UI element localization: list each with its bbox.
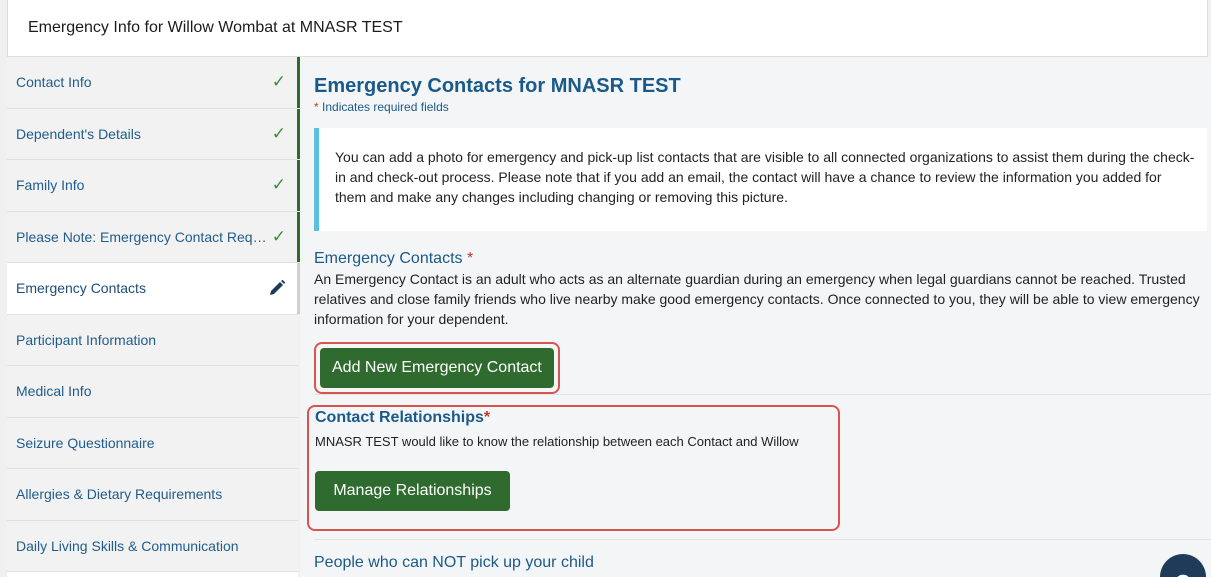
required-fields-note: * Indicates required fields [314,100,1211,114]
required-note-text: Indicates required fields [318,100,449,114]
sidebar-item-participant-information[interactable]: Participant Information [7,314,298,366]
photo-info-callout: You can add a photo for emergency and pi… [314,128,1207,231]
emergency-contacts-title: Emergency Contacts [314,250,463,267]
contact-relationships-highlight: Contact Relationships* MNASR TEST would … [307,405,840,531]
pencil-icon [270,280,286,296]
sidebar-item-label: Allergies & Dietary Requirements [16,486,223,503]
sidebar-item-label: Medical Info [16,383,92,400]
sidebar-item-label: Family Info [16,177,85,194]
sidebar-item-contact-info[interactable]: Contact Info ✓ [7,57,300,109]
no-pickup-heading: People who can NOT pick up your child [314,554,594,571]
sidebar-item-label: Emergency Contacts [16,280,146,297]
sidebar-nav: Contact Info ✓ Dependent's Details ✓ Fam… [7,57,300,577]
page-title: Emergency Contacts for MNASR TEST [314,75,681,97]
contact-relationships-description: MNASR TEST would like to know the relati… [315,434,799,449]
sidebar-item-allergies-dietary[interactable]: Allergies & Dietary Requirements [7,469,298,521]
page-header-title: Emergency Info for Willow Wombat at MNAS… [28,19,403,36]
checkmark-icon: ✓ [271,123,286,143]
checkmark-icon: ✓ [271,226,286,246]
manage-relationships-button[interactable]: Manage Relationships [315,471,510,511]
photo-info-text: You can add a photo for emergency and pi… [335,149,1195,205]
sidebar-item-label: Seizure Questionnaire [16,434,155,451]
sidebar-item-dependents-details[interactable]: Dependent's Details ✓ [7,108,300,160]
required-star: * [466,250,474,267]
sidebar-item-emergency-contacts[interactable]: Emergency Contacts [7,263,300,315]
sidebar-item-label: Daily Living Skills & Communication [16,537,239,554]
emergency-contacts-description: An Emergency Contact is an adult who act… [314,271,1200,327]
sidebar-item-label: Dependent's Details [16,125,141,142]
sidebar-item-label: Please Note: Emergency Contact Requ... [16,228,271,245]
main-content: Emergency Contacts for MNASR TEST * Indi… [300,57,1211,577]
page-header: Emergency Info for Willow Wombat at MNAS… [7,0,1208,57]
section-divider [314,539,1211,540]
checkmark-icon: ✓ [271,72,286,92]
section-divider [314,394,1211,395]
sidebar-item-family-info[interactable]: Family Info ✓ [7,160,300,212]
sidebar-item-please-note[interactable]: Please Note: Emergency Contact Requ... ✓ [7,211,300,263]
contact-relationships-title: Contact Relationships [315,409,484,426]
checkmark-icon: ✓ [271,175,286,195]
sidebar-item-medical-info[interactable]: Medical Info [7,366,298,418]
help-icon[interactable]: ? [1160,554,1206,577]
sidebar-item-label: Participant Information [16,331,157,348]
sidebar-item-seizure-questionnaire[interactable]: Seizure Questionnaire [7,417,298,469]
add-emergency-contact-button[interactable]: Add New Emergency Contact [320,348,554,388]
sidebar-item-label: Contact Info [16,74,92,91]
emergency-contacts-heading: Emergency Contacts * [314,250,1211,268]
help-label: ? [1175,569,1191,577]
required-star: * [483,409,491,426]
sidebar-item-daily-living-skills[interactable]: Daily Living Skills & Communication [7,520,298,572]
contact-relationships-heading: Contact Relationships* [315,409,838,427]
add-contact-highlight: Add New Emergency Contact [314,342,560,394]
